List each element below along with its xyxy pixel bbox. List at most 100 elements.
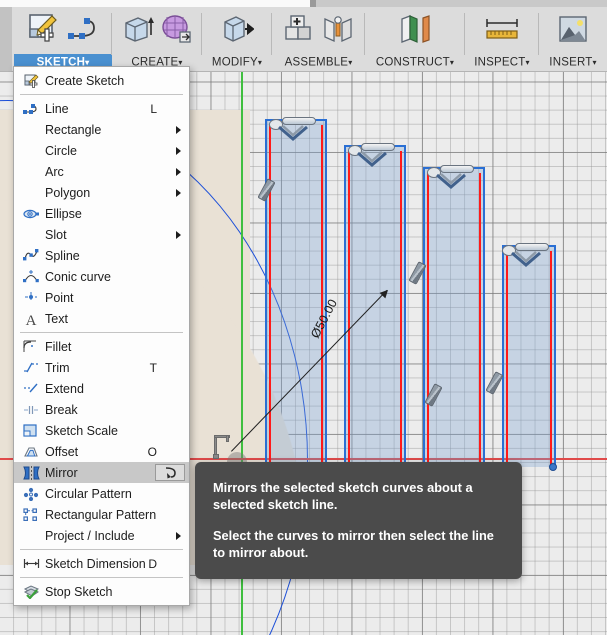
menu-item-fillet[interactable]: Fillet [14,336,189,357]
active-document-tab[interactable] [0,0,310,7]
chevron-down-icon[interactable]: ▾ [258,58,262,67]
menu-item-mirror[interactable]: Mirror [14,462,189,483]
menu-item-label: Conic curve [45,269,111,284]
chevron-down-icon[interactable]: ▾ [348,58,352,67]
sketch-vertex[interactable] [549,463,557,471]
extrude-icon[interactable] [122,13,154,50]
chevron-down-icon[interactable]: ▾ [526,58,530,67]
menu-item-offset[interactable]: Offset O [14,441,189,462]
toolbar-panel-sketch[interactable]: SKETCH▾ [14,7,112,71]
menu-item-circle[interactable]: Circle [14,140,189,161]
horizontal-constraint-icon [440,165,474,173]
sketch-dropdown-menu[interactable]: Create Sketch Line L Rectangle Circle Arc Poly… [13,66,190,606]
panel-icons [220,7,255,54]
toolbar-panel-modify[interactable]: MODIFY▾ [202,7,272,71]
cursor-icon[interactable] [155,464,185,481]
mirror-tooltip: Mirrors the selected sketch curves about… [195,462,522,579]
menu-item-spline[interactable]: Spline [14,245,189,266]
line-icon [22,101,40,117]
measure-icon[interactable] [483,14,521,49]
menu-item-line[interactable]: Line L [14,98,189,119]
toolbar-panel-insert[interactable]: INSERT▾ [539,7,607,71]
menu-item-arc[interactable]: Arc [14,161,189,182]
menu-item-label: Fillet [45,339,72,354]
panel-label[interactable]: ASSEMBLE▾ [272,54,365,71]
toolbar-panel-create[interactable]: CREATE▾ [112,7,202,71]
menu-item-label: Stop Sketch [45,584,113,599]
menu-item-label: Line [45,101,69,116]
menu-item-label: Project / Include [45,528,135,543]
menu-item-label: Point [45,290,74,305]
menu-item-label: Ellipse [45,206,82,221]
sketch-column-4[interactable] [501,243,557,471]
new-component-icon[interactable] [283,13,315,50]
menu-item-break[interactable]: Break [14,399,189,420]
chevron-right-icon[interactable] [176,230,181,239]
press-pull-icon[interactable] [220,13,255,50]
menu-item-slot[interactable]: Slot [14,224,189,245]
menu-separator [20,577,183,578]
chevron-right-icon[interactable] [176,531,181,540]
line-icon[interactable] [67,14,99,49]
chevron-right-icon[interactable] [176,125,181,134]
menu-item-extend[interactable]: Extend [14,378,189,399]
offset-plane-icon[interactable] [397,13,433,50]
tab-divider [310,0,316,7]
sketch-column-3[interactable] [422,165,486,471]
joint-icon[interactable] [321,13,355,50]
chevron-right-icon[interactable] [176,146,181,155]
panel-label-text: INSPECT [474,56,526,69]
menu-item-text[interactable]: A Text [14,308,189,329]
fixed-edge-right [320,125,323,467]
panel-label[interactable]: INSPECT▾ [465,54,539,71]
tooltip-paragraph-1: Mirrors the selected sketch curves about… [213,480,473,512]
chevron-right-icon[interactable] [176,167,181,176]
menu-item-create-sketch[interactable]: Create Sketch [14,70,189,91]
no-icon [22,143,40,159]
panel-icons [27,7,99,54]
fixed-edge-right [478,173,481,467]
panel-label[interactable]: INSERT▾ [539,54,607,71]
stop-sketch-icon [22,584,40,600]
menu-item-project-include[interactable]: Project / Include [14,525,189,546]
panel-label-text: INSERT [549,56,593,69]
panel-label[interactable]: CONSTRUCT▾ [365,54,465,71]
sketch-origin-icon[interactable] [212,435,238,465]
sketch-column-1[interactable] [264,117,328,471]
panel-icons [283,7,355,54]
toolbar-panel-assemble[interactable]: ASSEMBLE▾ [272,7,365,71]
insert-image-icon[interactable] [557,14,589,49]
menu-item-circular-pattern[interactable]: Circular Pattern [14,483,189,504]
panel-label[interactable]: MODIFY▾ [202,54,272,71]
menu-item-label: Rectangular Pattern [45,507,157,522]
menu-item-sketch-scale[interactable]: Sketch Scale [14,420,189,441]
create-sketch-icon[interactable] [27,13,61,50]
menu-item-polygon[interactable]: Polygon [14,182,189,203]
panel-icons [483,7,521,54]
menu-item-conic-curve[interactable]: Conic curve [14,266,189,287]
perpendicular-constraint-icon [278,125,308,141]
menu-separator [20,332,183,333]
menu-item-sketch-dimension[interactable]: Sketch Dimension D [14,553,189,574]
chevron-down-icon[interactable]: ▾ [450,58,454,67]
ribbon-toolbar: SKETCH▾ CREATE▾ MODIFY▾ ASSEMBLE▾ CONSTR… [0,7,607,72]
menu-item-trim[interactable]: Trim T [14,357,189,378]
toolbar-panel-inspect[interactable]: INSPECT▾ [465,7,539,71]
menu-item-point[interactable]: Point [14,287,189,308]
menu-item-rectangular-pattern[interactable]: Rectangular Pattern [14,504,189,525]
panel-label-text: CONSTRUCT [375,56,450,69]
form-icon[interactable] [160,13,192,50]
menu-item-rectangle[interactable]: Rectangle [14,119,189,140]
chevron-down-icon[interactable]: ▾ [592,58,596,67]
sketch-dimension-icon [22,556,40,572]
toolbar-panel-construct[interactable]: CONSTRUCT▾ [365,7,465,71]
menu-item-label: Sketch Dimension [45,556,146,571]
menu-item-ellipse[interactable]: Ellipse [14,203,189,224]
conic-curve-icon [22,269,40,285]
chevron-right-icon[interactable] [176,188,181,197]
menu-item-stop-sketch[interactable]: Stop Sketch [14,581,189,602]
sketch-column-2[interactable] [343,143,407,471]
break-icon [22,402,40,418]
circular-pattern-icon [22,486,40,502]
sketch-scale-icon [22,423,40,439]
